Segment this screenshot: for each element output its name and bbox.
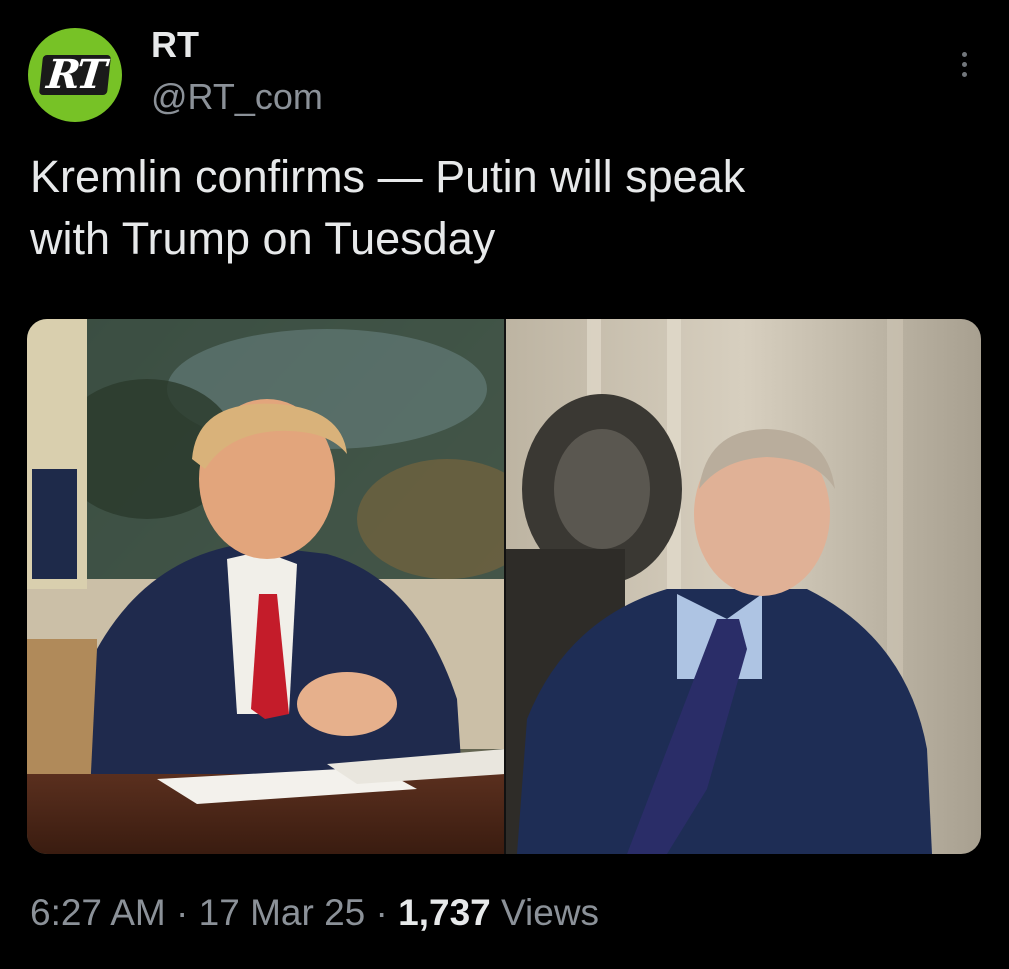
avatar-logo-text: RT <box>38 51 112 98</box>
avatar[interactable]: RT <box>28 28 122 122</box>
trump-photo <box>27 319 537 854</box>
views-count: 1,737 <box>398 892 491 933</box>
tweet-text: Kremlin confirms — Putin will speak with… <box>30 151 746 264</box>
tweet-media[interactable] <box>27 319 981 854</box>
meta-separator: · <box>165 892 199 933</box>
more-vertical-icon <box>961 51 967 57</box>
author-display-name[interactable]: RT <box>151 24 199 66</box>
tweet-time[interactable]: 6:27 AM <box>30 892 166 933</box>
more-vertical-icon-dot <box>961 61 967 67</box>
media-image <box>27 319 981 854</box>
more-vertical-icon-dot <box>961 71 967 77</box>
tweet-date[interactable]: 17 Mar 25 <box>199 892 366 933</box>
more-options-button[interactable] <box>946 44 982 84</box>
views-label: Views <box>490 892 600 933</box>
tweet-meta: 6:27 AM · 17 Mar 25 · 1,737 Views <box>30 890 599 936</box>
putin-photo <box>505 319 981 854</box>
author-handle[interactable]: @RT_com <box>151 76 323 118</box>
tweet-card: RT RT @RT_com Kremlin confirms — Putin w… <box>0 0 1009 969</box>
meta-separator: · <box>365 892 399 933</box>
